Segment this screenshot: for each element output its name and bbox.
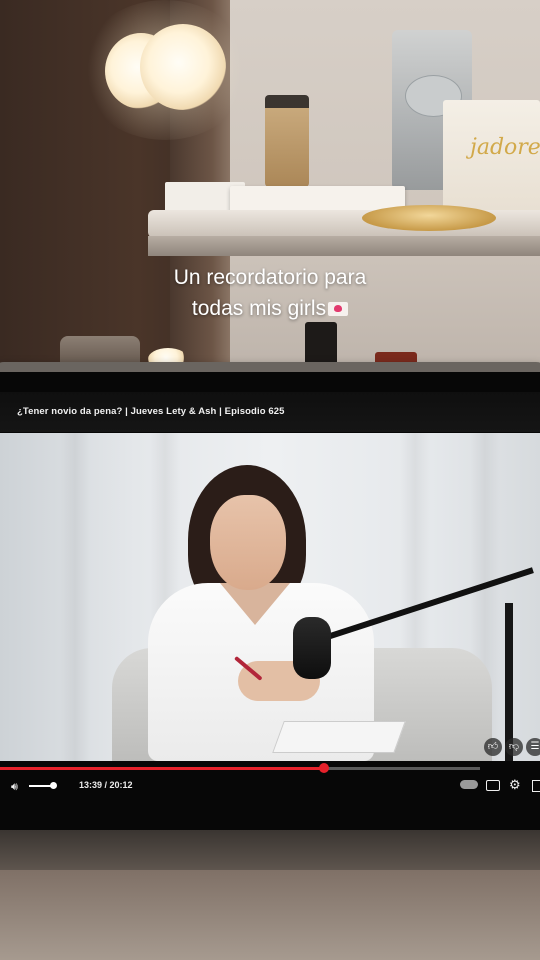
gold-dish — [362, 205, 496, 231]
autoplay-toggle-icon[interactable] — [460, 780, 478, 789]
volume-icon[interactable]: 🔊︎ — [11, 780, 18, 794]
volume-knob[interactable] — [50, 782, 57, 789]
caption-overlay: Un recordatorio para todas mis girls — [0, 262, 540, 324]
like-icon[interactable]: 👍︎ — [484, 738, 502, 756]
vanity-bulb — [140, 24, 226, 110]
tablet-bottom-edge — [0, 830, 540, 870]
dislike-icon[interactable]: 👎︎ — [505, 738, 523, 756]
video-title[interactable]: ¿Tener novio da pena? | Jueves Lety & As… — [17, 406, 284, 417]
caption-line-1: Un recordatorio para — [173, 266, 367, 289]
volume-slider[interactable] — [29, 785, 51, 787]
perfume-bottle-small — [265, 95, 309, 187]
notebook — [272, 721, 406, 753]
video-frame[interactable] — [0, 433, 540, 761]
caption-line-2: todas mis girls — [0, 293, 540, 324]
miniplayer-icon[interactable] — [532, 780, 540, 792]
love-letter-icon — [328, 302, 349, 316]
time-display: 13:39 / 20:12 — [79, 780, 133, 790]
subtitles-icon[interactable] — [486, 780, 500, 791]
player-controls: 🔊︎ 13:39 / 20:12 ⚙ — [0, 772, 540, 802]
caption-line-2-text: todas mis girls — [191, 297, 327, 320]
perfume-box-logo: jadore — [470, 135, 540, 160]
comment-icon[interactable]: ☰ — [526, 738, 540, 756]
curtain-fold — [60, 433, 90, 761]
shelf-edge — [148, 236, 540, 256]
progress-fill — [0, 767, 324, 770]
gear-icon[interactable]: ⚙ — [509, 778, 521, 792]
person-face — [210, 495, 286, 590]
microphone — [293, 617, 331, 679]
